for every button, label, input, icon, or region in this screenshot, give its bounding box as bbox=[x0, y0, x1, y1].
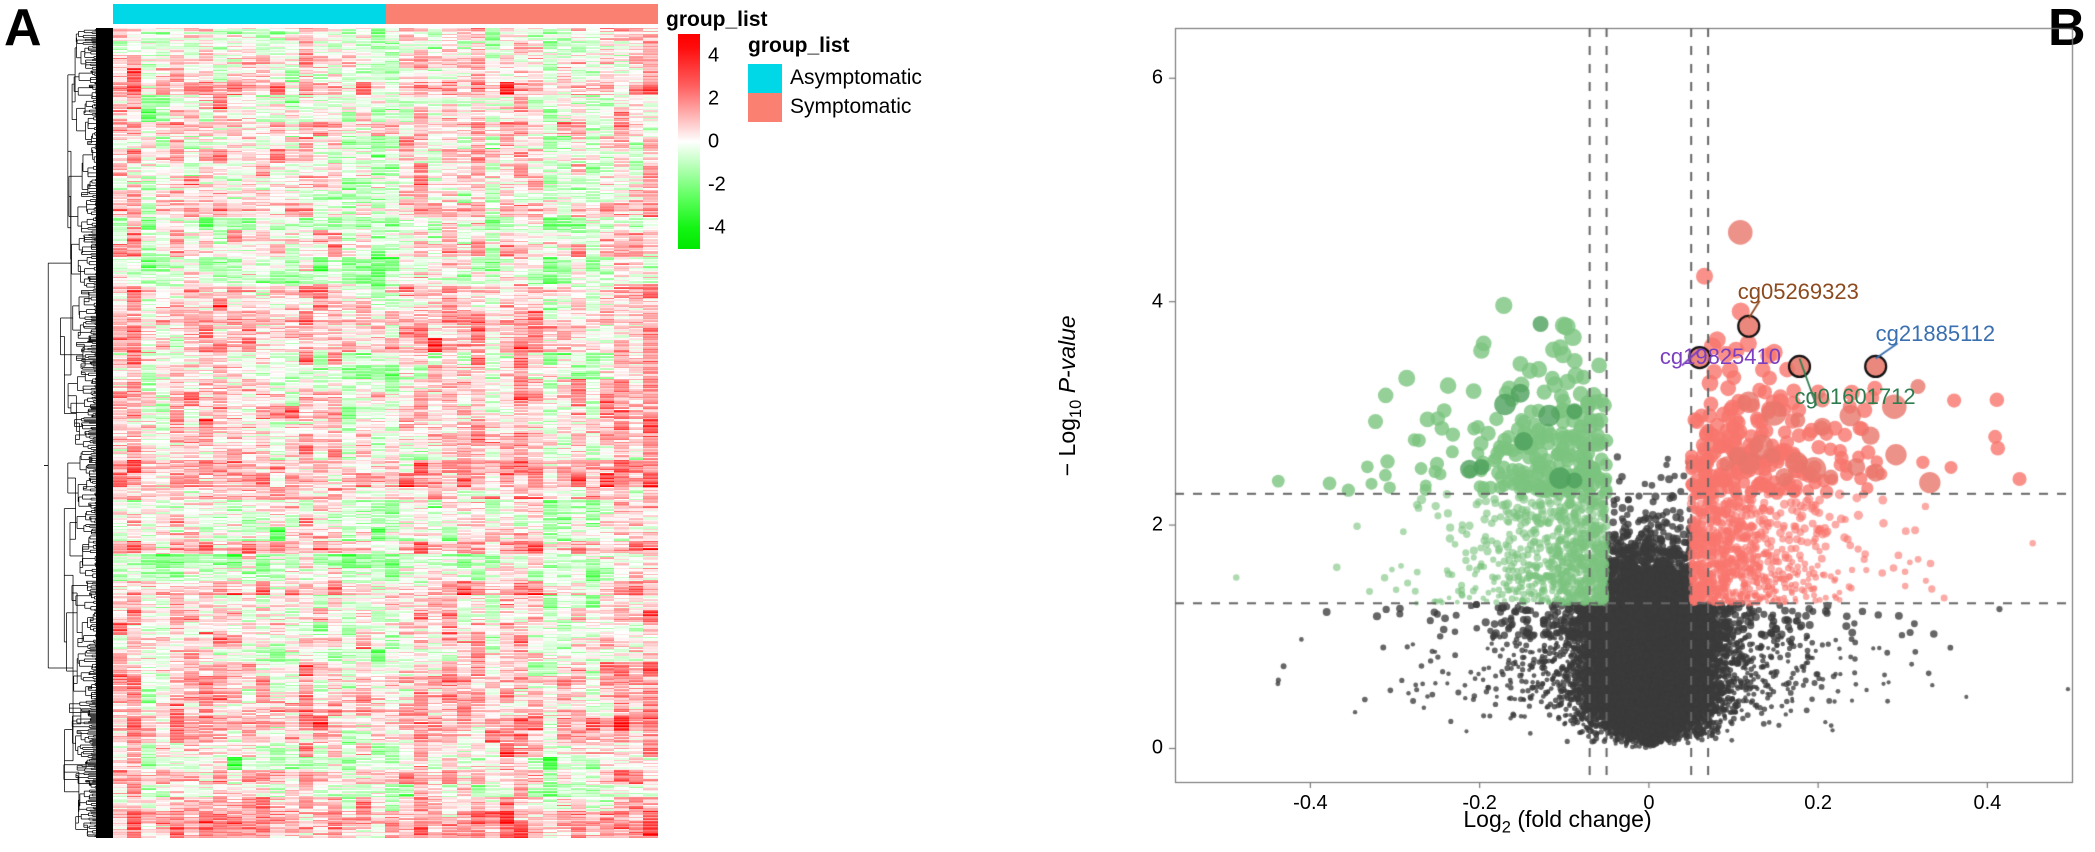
volcano-ytick-4: 4 bbox=[1151, 290, 1163, 313]
column-group-annotation-bar bbox=[113, 4, 658, 24]
legend-title-top: group_list bbox=[666, 8, 768, 31]
heatmap-canvas bbox=[113, 28, 658, 838]
volcano-ytick-6: 6 bbox=[1151, 66, 1163, 89]
panel-b-volcano: B -0.4-0.200.20.40246 cg05269323cg218851… bbox=[1020, 0, 2095, 852]
x-title-subscript: 2 bbox=[1501, 817, 1511, 837]
colorbar-tick-4: 4 bbox=[708, 44, 720, 66]
heatmap-matrix bbox=[113, 28, 658, 838]
colorbar-tick--2: -2 bbox=[708, 173, 726, 195]
volcano-x-axis-title: Log2 (fold change) bbox=[1463, 806, 1652, 837]
panel-a-letter: A bbox=[4, 0, 42, 57]
volcano-ytick-2: 2 bbox=[1151, 513, 1163, 536]
volcano-label-cg05269323: cg05269323 bbox=[1737, 278, 1859, 304]
y-title-subscript: 10 bbox=[1065, 399, 1085, 419]
colorbar-tick-0: 0 bbox=[708, 130, 720, 152]
volcano-label-cg21885112: cg21885112 bbox=[1875, 321, 1996, 347]
group-annotation-symptomatic bbox=[386, 4, 658, 24]
color-scale-bar bbox=[678, 34, 700, 249]
panel-a-heatmap: A group_list 4 2 0 -2 -4 group_list Asymptom… bbox=[0, 0, 1020, 852]
group-swatch-asymptomatic bbox=[748, 64, 782, 93]
group-legend-title: group_list bbox=[748, 34, 850, 57]
row-annotation-bar bbox=[96, 28, 114, 838]
volcano-canvas bbox=[1020, 0, 2095, 852]
volcano-ytick-0: 0 bbox=[1151, 736, 1163, 759]
group-label-symptomatic: Symptomatic bbox=[790, 95, 912, 118]
figure-root: A group_list 4 2 0 -2 -4 group_list Asymptom… bbox=[0, 0, 2095, 852]
heatmap-legend: group_list 4 2 0 -2 -4 group_list Asymptomat… bbox=[666, 4, 1016, 254]
y-title-italic: P-value bbox=[1054, 315, 1081, 400]
group-swatch-symptomatic bbox=[748, 93, 782, 122]
group-label-asymptomatic: Asymptomatic bbox=[790, 66, 922, 89]
volcano-label-cg19825410: cg19825410 bbox=[1659, 343, 1781, 369]
volcano-label-cg01601712: cg01601712 bbox=[1794, 383, 1916, 409]
colorbar-tick--4: -4 bbox=[708, 216, 726, 238]
volcano-plot: -0.4 -0.2 0 0.2 0.4 0 2 4 6 cg05269323 cg21885112… bbox=[1020, 0, 2095, 852]
colorbar-tick-2: 2 bbox=[708, 87, 720, 109]
group-annotation-asymptomatic bbox=[113, 4, 386, 24]
volcano-y-axis-title: − Log10 P-value bbox=[1054, 315, 1085, 477]
